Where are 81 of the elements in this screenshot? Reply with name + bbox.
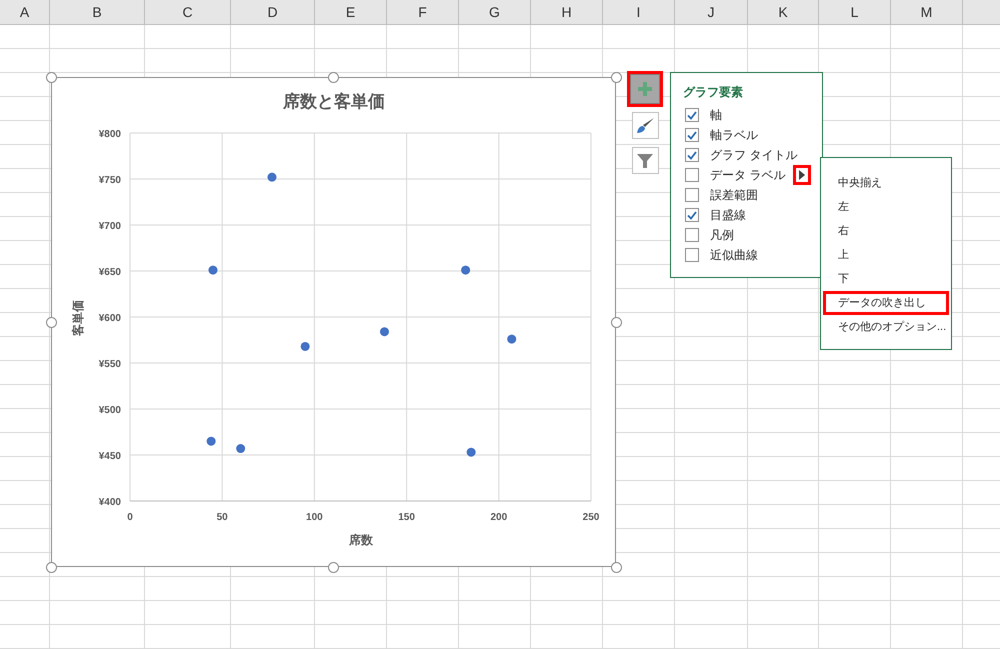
column-header[interactable]: K: [748, 0, 819, 24]
x-tick-label: 100: [306, 512, 323, 523]
column-header[interactable]: H: [531, 0, 603, 24]
y-tick-label: ¥500: [98, 405, 121, 416]
y-tick-label: ¥450: [98, 451, 121, 462]
panel-title: グラフ要素: [682, 84, 744, 101]
column-header[interactable]: L: [819, 0, 891, 24]
element-label[interactable]: 近似曲線: [710, 246, 758, 264]
chart-styles-button[interactable]: [632, 112, 658, 139]
x-tick-label: 50: [216, 512, 228, 523]
column-header[interactable]: M: [891, 0, 963, 24]
column-header[interactable]: G: [459, 0, 531, 24]
submenu-item[interactable]: 下: [823, 267, 949, 291]
element-label[interactable]: グラフ タイトル: [710, 146, 798, 164]
column-header[interactable]: C: [145, 0, 231, 24]
data-point: [236, 444, 246, 454]
checkmark-icon: [687, 110, 697, 120]
submenu-item[interactable]: 中央揃え: [823, 171, 949, 195]
chart-title: 席数と客単価: [283, 92, 385, 111]
x-tick-label: 0: [127, 512, 133, 523]
y-tick-label: ¥400: [98, 497, 121, 508]
data-point: [208, 266, 218, 275]
checkmark-icon: [687, 130, 697, 140]
x-tick-label: 250: [582, 512, 600, 523]
column-header[interactable]: E: [315, 0, 387, 24]
submenu-item[interactable]: 上: [823, 243, 949, 267]
paintbrush-icon: [635, 116, 655, 134]
y-axis-title: 客単価: [71, 300, 85, 336]
data-point: [507, 334, 516, 344]
plus-icon: [637, 81, 653, 97]
column-header[interactable]: I: [603, 0, 675, 24]
checkbox[interactable]: [685, 248, 699, 262]
data-point: [380, 327, 389, 336]
data-point: [206, 436, 216, 446]
checkbox[interactable]: [685, 188, 699, 202]
checkbox[interactable]: [685, 108, 699, 122]
data-point: [466, 448, 476, 457]
checkmark-icon: [687, 150, 697, 160]
element-label[interactable]: 凡例: [710, 226, 734, 244]
x-tick-label: 150: [398, 512, 415, 523]
submenu-arrow-button[interactable]: [793, 165, 811, 185]
checkbox[interactable]: [685, 168, 699, 182]
checkbox[interactable]: [685, 228, 699, 242]
checkbox[interactable]: [685, 208, 699, 222]
element-label[interactable]: 軸ラベル: [710, 126, 758, 144]
column-header[interactable]: B: [50, 0, 145, 24]
data-point: [300, 342, 310, 351]
element-label[interactable]: 目盛線: [710, 206, 746, 224]
resize-handle[interactable]: [328, 72, 339, 82]
column-header[interactable]: A: [0, 0, 50, 24]
y-tick-label: ¥750: [98, 175, 121, 186]
submenu-item[interactable]: 左: [823, 195, 949, 219]
data-point: [461, 266, 470, 275]
triangle-right-icon: [799, 170, 805, 180]
column-header[interactable]: J: [675, 0, 748, 24]
element-label[interactable]: 軸: [710, 106, 722, 124]
y-tick-label: ¥550: [98, 359, 121, 370]
checkbox[interactable]: [685, 148, 699, 162]
resize-handle[interactable]: [46, 316, 56, 328]
chart-filters-button[interactable]: [632, 147, 658, 174]
checkbox[interactable]: [685, 128, 699, 142]
x-axis-title: 席数: [349, 533, 373, 547]
submenu-item[interactable]: 右: [823, 219, 949, 243]
data-point: [268, 172, 276, 182]
y-tick-label: ¥800: [98, 129, 121, 140]
resize-handle[interactable]: [46, 562, 56, 572]
resize-handle[interactable]: [610, 72, 622, 82]
column-header[interactable]: F: [387, 0, 459, 24]
y-tick-label: ¥700: [98, 221, 121, 232]
column-header[interactable]: D: [231, 0, 315, 24]
y-tick-label: ¥650: [98, 267, 121, 278]
y-tick-label: ¥600: [98, 313, 121, 324]
element-label[interactable]: 誤差範囲: [710, 186, 758, 204]
chart-area[interactable]: 席数と客単価 ¥400 ¥450 ¥500 ¥550 ¥600 ¥650 ¥700 ¥750 ¥800 0 50 100 150 200 250 席数 客単価: [51, 77, 616, 567]
checkmark-icon: [687, 210, 697, 220]
element-label[interactable]: データ ラベル: [710, 166, 786, 184]
resize-handle[interactable]: [46, 72, 56, 82]
x-tick-label: 200: [490, 512, 508, 523]
filter-icon: [636, 152, 654, 170]
submenu-item[interactable]: データの吹き出し: [823, 291, 949, 315]
submenu-item[interactable]: その他のオプション...: [823, 315, 949, 339]
